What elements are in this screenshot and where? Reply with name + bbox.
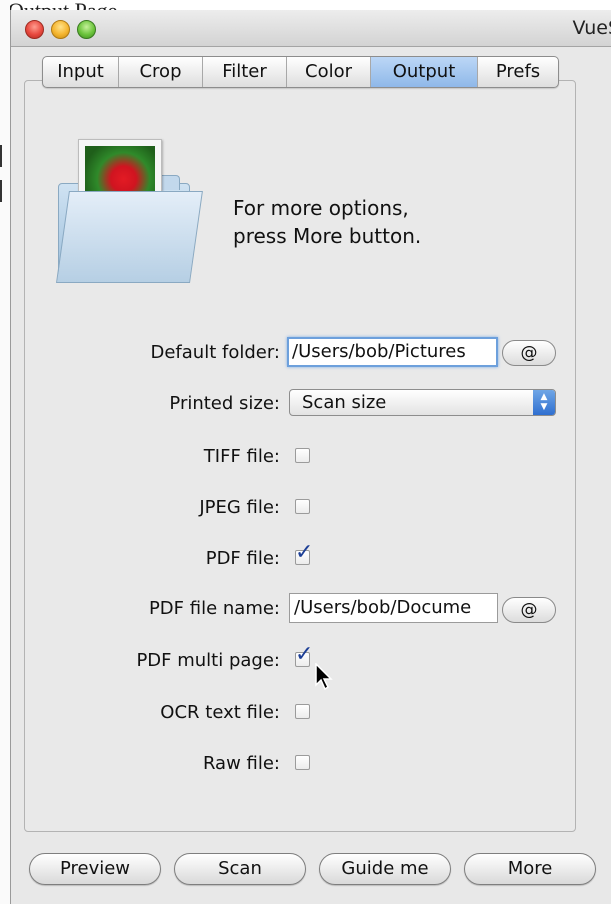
- default-folder-browse-button[interactable]: @: [502, 340, 556, 366]
- ocr-text-file-label: OCR text file:: [160, 702, 280, 723]
- scan-button[interactable]: Scan: [174, 853, 306, 885]
- raw-file-checkbox[interactable]: [295, 755, 310, 770]
- printed-size-value: Scan size: [302, 392, 387, 413]
- default-folder-input[interactable]: /Users/bob/Pictures: [287, 337, 498, 367]
- printed-size-label: Printed size:: [169, 393, 280, 414]
- more-button[interactable]: More: [464, 853, 596, 885]
- ocr-text-file-checkbox[interactable]: [295, 704, 310, 719]
- more-options-hint: For more options, press More button.: [233, 194, 421, 250]
- window-title: VueS: [572, 17, 611, 39]
- close-window-button[interactable]: [25, 20, 44, 39]
- jpeg-file-checkbox[interactable]: [295, 499, 310, 514]
- checkmark-icon: ✓: [295, 642, 314, 667]
- tab-crop[interactable]: Crop: [119, 57, 203, 87]
- select-arrows-icon: ▲ ▼: [533, 390, 555, 415]
- tiff-file-label: TIFF file:: [203, 446, 280, 467]
- tab-color[interactable]: Color: [287, 57, 371, 87]
- pdf-multi-page-checkbox[interactable]: ✓: [295, 644, 313, 667]
- printed-size-select[interactable]: Scan size ▲ ▼: [289, 389, 556, 416]
- jpeg-file-label: JPEG file:: [199, 497, 280, 518]
- tab-prefs[interactable]: Prefs: [478, 57, 558, 87]
- pdf-file-checkbox[interactable]: ✓: [295, 542, 313, 565]
- hint-line-2: press More button.: [233, 224, 422, 248]
- checkmark-icon: ✓: [295, 540, 314, 565]
- tab-input[interactable]: Input: [43, 57, 119, 87]
- pdf-file-name-browse-button[interactable]: @: [502, 597, 556, 623]
- raw-file-label: Raw file:: [202, 753, 280, 774]
- tab-filter[interactable]: Filter: [203, 57, 287, 87]
- folder-front-icon: [56, 191, 203, 283]
- tab-output[interactable]: Output: [371, 57, 478, 87]
- background-mark: [0, 145, 8, 167]
- zoom-window-button[interactable]: [77, 20, 96, 39]
- pdf-file-label: PDF file:: [205, 548, 280, 569]
- pdf-file-name-input[interactable]: /Users/bob/Docume: [289, 593, 498, 623]
- background-window-edge: [0, 0, 10, 904]
- background-mark: [0, 180, 8, 202]
- tiff-file-checkbox[interactable]: [295, 448, 310, 463]
- output-folder-icon: [48, 135, 203, 285]
- pdf-multi-page-label: PDF multi page:: [136, 650, 280, 671]
- guide-me-button[interactable]: Guide me: [319, 853, 451, 885]
- default-folder-label: Default folder:: [150, 342, 281, 363]
- hint-line-1: For more options,: [233, 196, 409, 220]
- tab-bar: Input Crop Filter Color Output Prefs: [42, 56, 559, 88]
- mouse-pointer-icon: [315, 663, 333, 691]
- title-bar[interactable]: VueS: [11, 10, 611, 47]
- pdf-file-name-label: PDF file name:: [148, 598, 280, 619]
- preview-button[interactable]: Preview: [29, 853, 161, 885]
- minimize-window-button[interactable]: [51, 20, 70, 39]
